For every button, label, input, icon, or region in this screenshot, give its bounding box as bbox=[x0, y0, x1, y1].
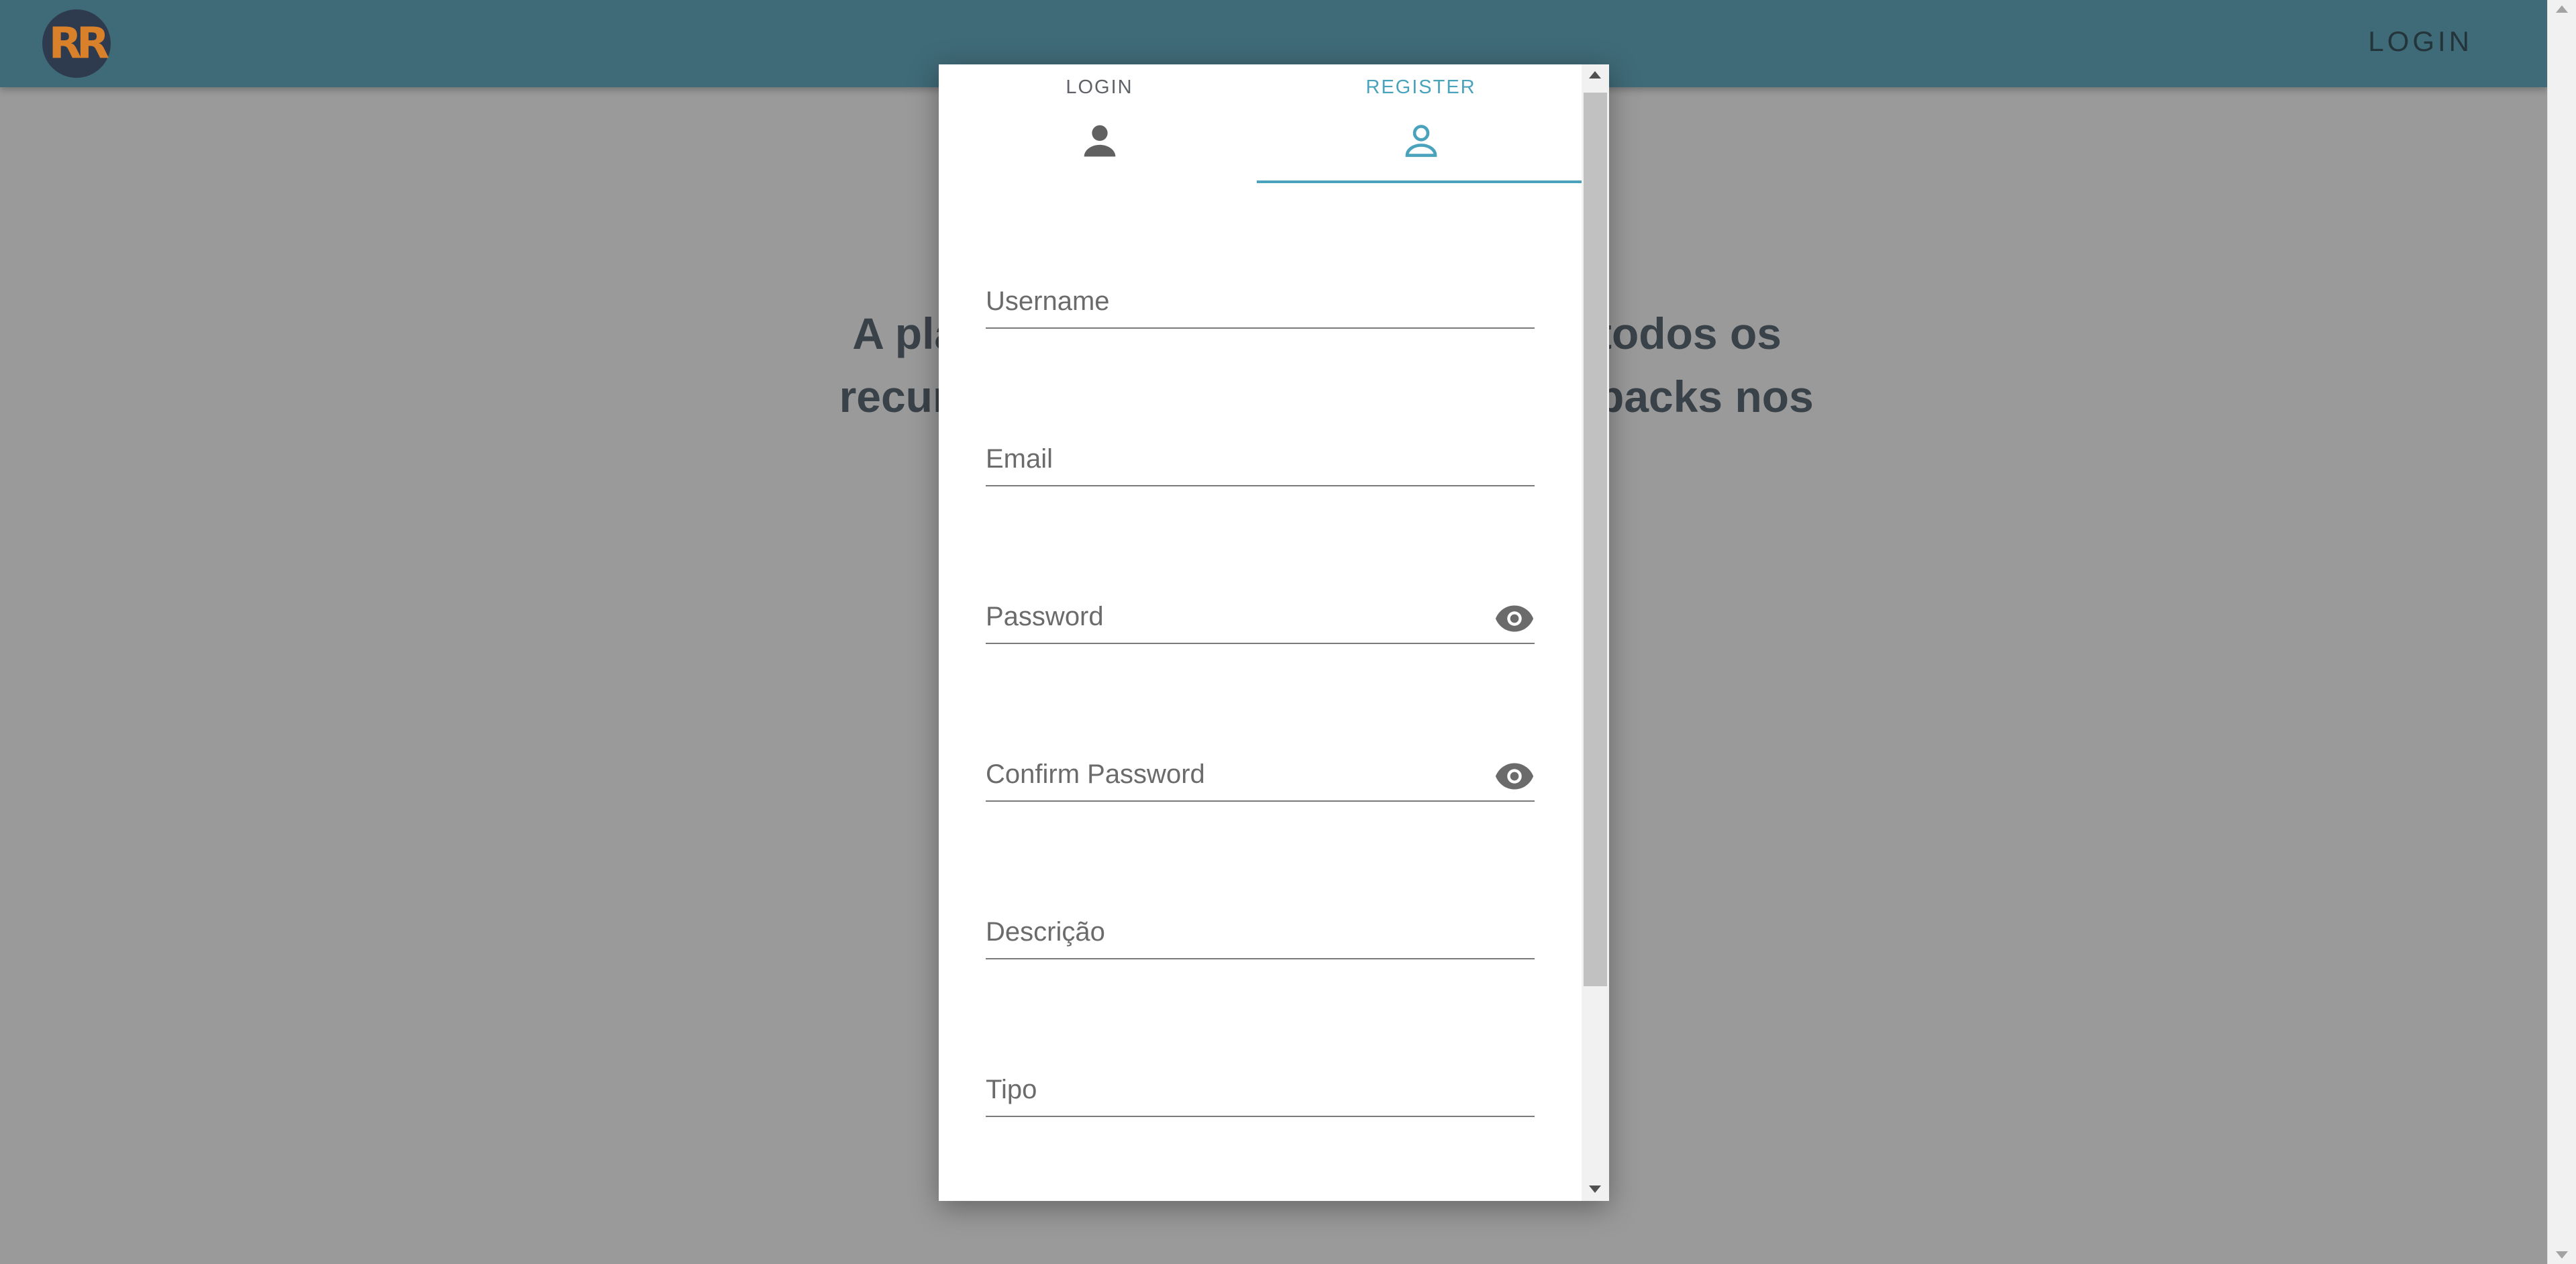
visibility-toggle-icon[interactable] bbox=[1494, 604, 1535, 633]
active-tab-indicator bbox=[1257, 180, 1582, 183]
username-field[interactable]: Username bbox=[986, 267, 1535, 329]
scroll-down-arrow-icon[interactable] bbox=[1589, 1186, 1601, 1193]
password-field[interactable]: Password bbox=[986, 582, 1535, 644]
scroll-down-arrow-icon[interactable] bbox=[2556, 1251, 2568, 1259]
scroll-up-arrow-icon[interactable] bbox=[1589, 71, 1601, 78]
tab-login[interactable]: LOGIN bbox=[939, 64, 1260, 182]
descricao-field[interactable]: Descrição bbox=[986, 898, 1535, 959]
tab-register[interactable]: REGISTER bbox=[1260, 64, 1582, 182]
descricao-label: Descrição bbox=[986, 917, 1105, 947]
person-outline-icon bbox=[1405, 125, 1437, 157]
tab-register-label: REGISTER bbox=[1366, 76, 1476, 98]
confirm-password-label: Confirm Password bbox=[986, 759, 1205, 789]
auth-dialog: LOGIN REGISTER Username Email Password C… bbox=[939, 64, 1609, 1201]
email-field[interactable]: Email bbox=[986, 425, 1535, 486]
confirm-password-field[interactable]: Confirm Password bbox=[986, 740, 1535, 802]
person-filled-icon bbox=[1084, 125, 1115, 157]
scrollbar-thumb[interactable] bbox=[1584, 93, 1607, 986]
scroll-up-arrow-icon[interactable] bbox=[2556, 5, 2568, 13]
username-label: Username bbox=[986, 286, 1110, 316]
tipo-field[interactable]: Tipo bbox=[986, 1055, 1535, 1117]
tab-login-label: LOGIN bbox=[1066, 76, 1133, 98]
logo[interactable]: RR bbox=[42, 9, 111, 78]
hero-line-2-right: backs nos bbox=[1597, 372, 1814, 421]
password-label: Password bbox=[986, 602, 1104, 631]
visibility-toggle-icon[interactable] bbox=[1494, 761, 1535, 791]
dialog-scrollbar[interactable] bbox=[1582, 64, 1609, 1201]
page-scrollbar[interactable] bbox=[2547, 0, 2576, 1264]
auth-tabs: LOGIN REGISTER bbox=[939, 64, 1582, 183]
nav-login-link[interactable]: LOGIN bbox=[2368, 25, 2473, 58]
tipo-label: Tipo bbox=[986, 1075, 1037, 1104]
hero-line-1-right: todos os bbox=[1597, 309, 1782, 358]
hero-text-right: todos os backs nos bbox=[1597, 302, 1825, 428]
email-label: Email bbox=[986, 444, 1053, 474]
